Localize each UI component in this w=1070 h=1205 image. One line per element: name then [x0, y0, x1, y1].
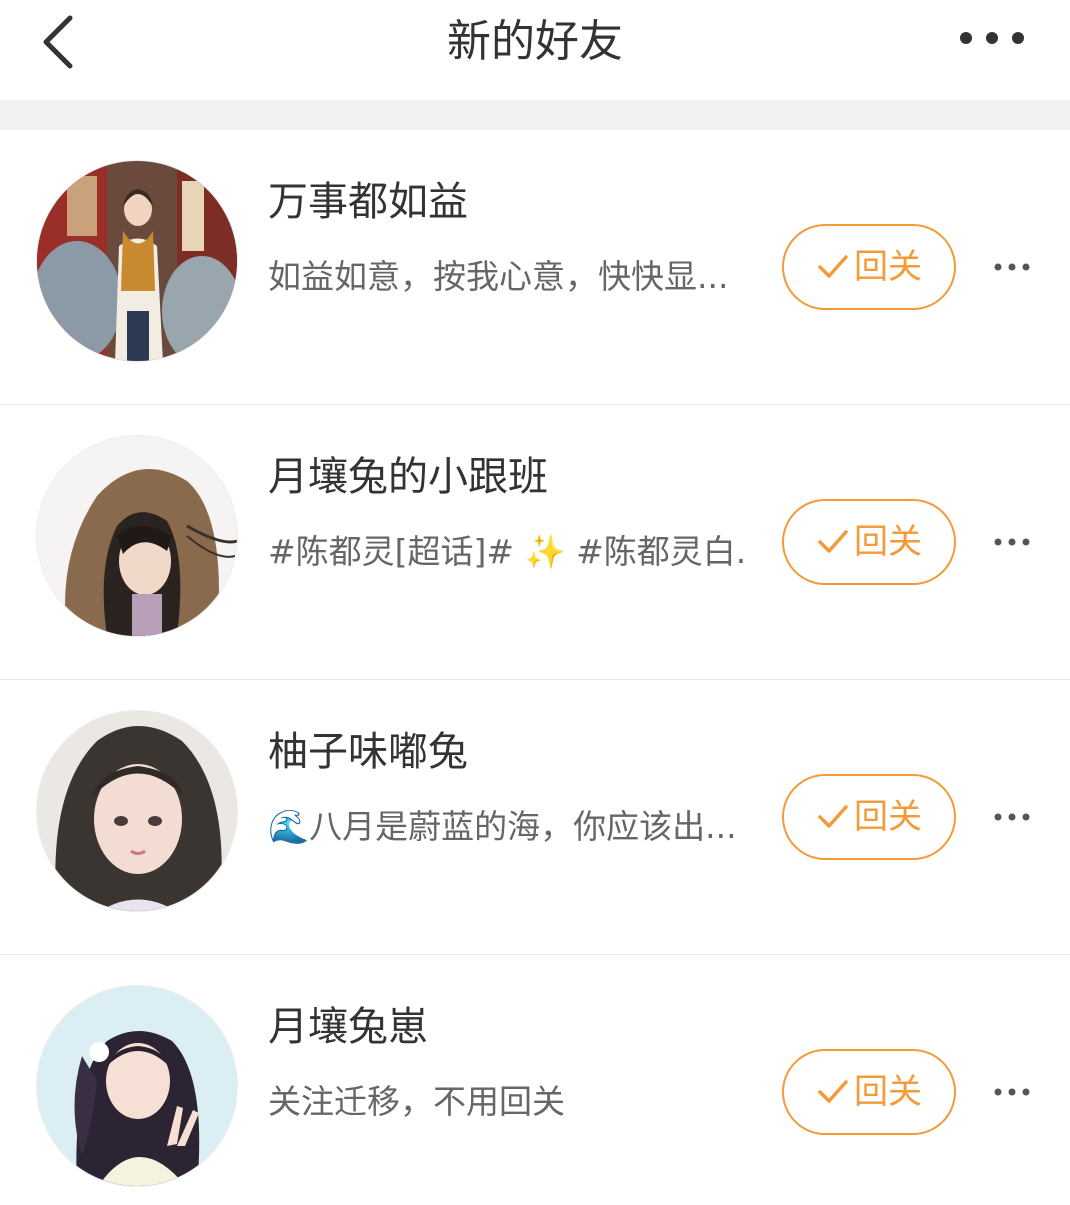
follow-back-label: 回关 [854, 247, 922, 287]
friend-name[interactable]: 月壤兔崽 [268, 1001, 748, 1053]
row-more-button[interactable] [990, 1075, 1034, 1109]
friend-row[interactable]: 月壤兔的小跟班 #陈都灵[超话]# ✨ #陈都灵白... 回关 [0, 405, 1070, 680]
follow-back-button[interactable]: 回关 [782, 499, 956, 585]
top-nav-bar: 新的好友 [0, 0, 1070, 100]
friend-bio: #陈都灵[超话]# ✨ #陈都灵白... [268, 532, 748, 571]
header-more-button[interactable] [950, 16, 1034, 60]
more-horizontal-icon [994, 1088, 1030, 1096]
follow-back-button[interactable]: 回关 [782, 1049, 956, 1135]
friend-name[interactable]: 月壤兔的小跟班 [268, 451, 748, 503]
friend-list: 万事都如益 如益如意，按我心意，快快显... 回关 月壤兔的小跟班 #陈都灵[超… [0, 130, 1070, 1205]
friend-bio: 🌊八月是蔚蓝的海，你应该出... [268, 807, 737, 846]
chevron-left-icon [43, 15, 73, 69]
avatar[interactable] [36, 160, 238, 362]
avatar[interactable] [36, 710, 238, 912]
follow-back-button[interactable]: 回关 [782, 774, 956, 860]
row-more-button[interactable] [990, 800, 1034, 834]
avatar[interactable] [36, 435, 238, 637]
follow-back-button[interactable]: 回关 [782, 224, 956, 310]
follow-back-label: 回关 [854, 522, 922, 562]
new-friends-page: 新的好友 万事都如益 如益如意，按我心意，快快显... 回关 月壤兔的小跟班 #… [0, 0, 1070, 1205]
page-title: 新的好友 [447, 16, 623, 67]
row-more-button[interactable] [990, 525, 1034, 559]
friend-bio: 关注迁移，不用回关 [268, 1082, 565, 1121]
follow-back-label: 回关 [854, 797, 922, 837]
friend-row[interactable]: 月壤兔崽 关注迁移，不用回关 回关 [0, 955, 1070, 1205]
avatar-photo-3 [37, 711, 237, 911]
check-icon [816, 252, 850, 282]
friend-name[interactable]: 柚子味嘟兔 [268, 726, 748, 778]
more-horizontal-icon [960, 32, 1024, 44]
more-horizontal-icon [994, 263, 1030, 271]
check-icon [816, 802, 850, 832]
avatar-photo-2 [37, 436, 237, 636]
avatar-photo-1 [37, 161, 237, 361]
friend-name[interactable]: 万事都如益 [268, 176, 748, 228]
more-horizontal-icon [994, 538, 1030, 546]
avatar-photo-4 [37, 986, 237, 1186]
back-button[interactable] [30, 8, 90, 72]
more-horizontal-icon [994, 813, 1030, 821]
friend-row[interactable]: 万事都如益 如益如意，按我心意，快快显... 回关 [0, 130, 1070, 405]
check-icon [816, 527, 850, 557]
follow-back-label: 回关 [854, 1072, 922, 1112]
section-separator [0, 100, 1070, 130]
friend-bio: 如益如意，按我心意，快快显... [268, 257, 729, 296]
avatar[interactable] [36, 985, 238, 1187]
check-icon [816, 1077, 850, 1107]
row-more-button[interactable] [990, 250, 1034, 284]
friend-row[interactable]: 柚子味嘟兔 🌊八月是蔚蓝的海，你应该出... 回关 [0, 680, 1070, 955]
